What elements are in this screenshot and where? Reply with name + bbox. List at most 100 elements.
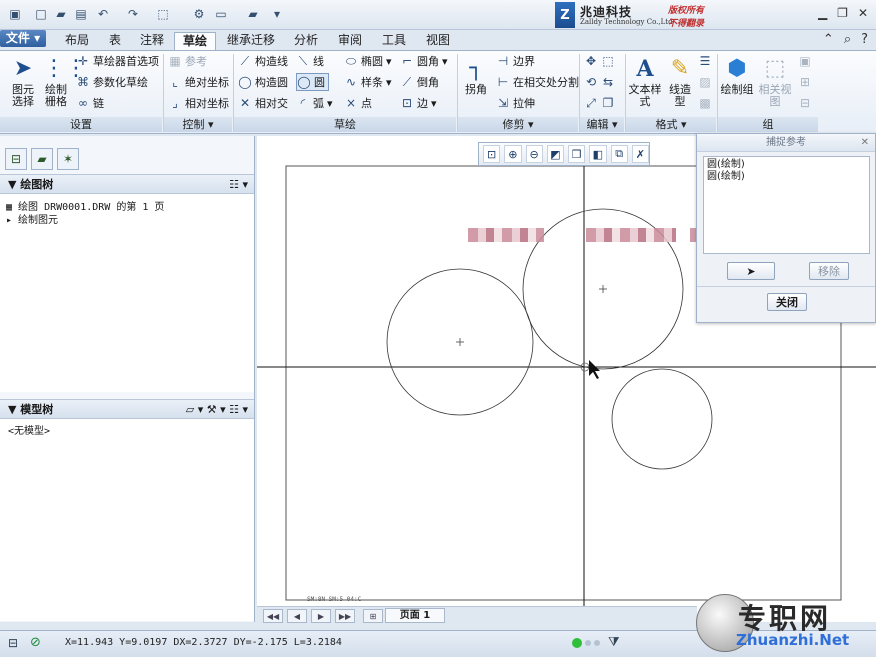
- repaint-icon[interactable]: ◩: [546, 145, 564, 163]
- format-option-1[interactable]: ☰: [698, 52, 712, 70]
- filter-icon[interactable]: ⧩: [608, 635, 620, 650]
- boundary-button[interactable]: ⊣ 边界: [496, 52, 535, 70]
- draw-grid-button[interactable]: ⋮⋮ 绘制栅格: [40, 56, 87, 108]
- favorites-icon[interactable]: ✶: [57, 148, 79, 170]
- format-option-3[interactable]: ▩: [698, 94, 712, 112]
- corner-button[interactable]: ┐ 拐角: [460, 56, 492, 96]
- datum-display-icon[interactable]: ✗: [631, 145, 649, 163]
- display-style-icon[interactable]: ❒: [568, 145, 586, 163]
- tab-view[interactable]: 视图: [418, 32, 458, 50]
- circle-bottom-right[interactable]: [611, 368, 713, 470]
- group-option-3[interactable]: ⊟: [798, 94, 812, 112]
- search-icon[interactable]: ⌕: [844, 32, 851, 47]
- dialog-close-icon[interactable]: ✕: [861, 134, 869, 152]
- related-view-button[interactable]: ⬚ 相关视图: [756, 56, 794, 108]
- prev-page-icon[interactable]: ◀: [287, 609, 307, 623]
- format-option-2[interactable]: ▨: [698, 73, 712, 91]
- tree-item-draw-entities[interactable]: ▸ 绘制图元: [6, 211, 58, 226]
- close-icon[interactable]: ✕: [858, 6, 868, 20]
- group-option-2[interactable]: ⊞: [798, 73, 812, 91]
- group-label-trim[interactable]: 修剪 ▾: [458, 117, 578, 132]
- split-button[interactable]: ⊢ 在相交处分割: [496, 73, 579, 91]
- relative-coord-button[interactable]: ⌟ 相对坐标: [168, 94, 229, 112]
- zoom-in-icon[interactable]: ⊕: [504, 145, 522, 163]
- fillet-button[interactable]: ⌐ 圆角 ▾: [400, 52, 448, 70]
- next-page-icon[interactable]: ▶: [311, 609, 331, 623]
- customize-icon[interactable]: ▾: [268, 5, 286, 23]
- tab-table[interactable]: 表: [100, 32, 130, 50]
- named-view-icon[interactable]: ⧉: [610, 145, 628, 163]
- select-box-icon[interactable]: ⬚: [154, 5, 172, 23]
- sketcher-prefs-button[interactable]: ✛ 草绘器首选项: [76, 52, 159, 70]
- text-style-button[interactable]: A 文本样式: [628, 56, 662, 108]
- line-button[interactable]: ⟍ 线: [296, 52, 324, 70]
- construction-circle-button[interactable]: ◯ 构造圆: [238, 73, 288, 91]
- shade-icon[interactable]: ◧: [589, 145, 607, 163]
- rotate-button[interactable]: ⟲ ⇆: [584, 73, 615, 91]
- arc-button[interactable]: ◜ 弧 ▾: [296, 94, 333, 112]
- minimize-ribbon-icon[interactable]: ⌃: [823, 32, 834, 47]
- stretch-button[interactable]: ⇲ 拉伸: [496, 94, 535, 112]
- ellipse-button[interactable]: ⬭ 椭圆 ▾: [344, 52, 392, 70]
- draw-tree-header[interactable]: ▼ 绘图树 ☷ ▾: [0, 174, 254, 194]
- chain-button[interactable]: ∞ 链: [76, 94, 104, 112]
- page-tab[interactable]: 页面 1: [385, 608, 445, 623]
- param-sketch-button[interactable]: ⌘ 参数化草绘: [76, 73, 148, 91]
- point-button[interactable]: × 点: [344, 94, 372, 112]
- new-file-icon[interactable]: □: [32, 5, 50, 23]
- new-page-icon[interactable]: ⊞: [363, 609, 383, 623]
- restore-icon[interactable]: ❐: [837, 6, 848, 20]
- model-tree-tools[interactable]: ▱ ▾ ⚒ ▾ ☷ ▾: [186, 400, 248, 419]
- model-tree-header[interactable]: ▼ 模型树 ▱ ▾ ⚒ ▾ ☷ ▾: [0, 399, 254, 419]
- tab-legacy-migration[interactable]: 继承迁移: [220, 32, 282, 50]
- browser-icon[interactable]: ⊘: [30, 635, 41, 650]
- line-style-button[interactable]: ✎ 线造型: [664, 56, 696, 108]
- tab-analysis[interactable]: 分析: [286, 32, 326, 50]
- file-menu[interactable]: 文件 ▾: [0, 30, 46, 47]
- group-label-format[interactable]: 格式 ▾: [626, 117, 716, 132]
- list-item[interactable]: 圆(绘制): [707, 171, 866, 183]
- tab-layout[interactable]: 布局: [56, 32, 98, 50]
- construction-intersect-button[interactable]: ✕ 相对交: [238, 94, 288, 112]
- first-page-icon[interactable]: ◀◀: [263, 609, 283, 623]
- remove-button[interactable]: 移除: [809, 262, 849, 280]
- tree-view-icon[interactable]: ⊟: [5, 148, 27, 170]
- move-button[interactable]: ✥ ⬚: [584, 52, 615, 70]
- close-button[interactable]: 关闭: [767, 293, 807, 311]
- chamfer-button[interactable]: ⟋ 倒角: [400, 73, 439, 91]
- select-reference-button[interactable]: ➤: [727, 262, 775, 280]
- group-label-control[interactable]: 控制 ▾: [164, 117, 232, 132]
- open-folder-icon[interactable]: ▰: [52, 5, 70, 23]
- tree-settings-icon[interactable]: ☷ ▾: [229, 175, 248, 194]
- scale-button[interactable]: ⤢ ❐: [584, 94, 615, 112]
- list-item[interactable]: 圆(绘制): [707, 159, 866, 171]
- edge-button[interactable]: ⊡ 边 ▾: [400, 94, 437, 112]
- select-entity-button[interactable]: ➤ 图元选择: [8, 56, 38, 108]
- spline-button[interactable]: ∿ 样条 ▾: [344, 73, 392, 91]
- folder-browser-icon[interactable]: ▰: [31, 148, 53, 170]
- undo-icon[interactable]: ↶: [94, 5, 112, 23]
- construction-line-button[interactable]: ⟋ 构造线: [238, 52, 288, 70]
- reference-button[interactable]: ▦ 参考: [168, 52, 207, 70]
- minimize-icon[interactable]: ▁: [818, 6, 827, 20]
- app-icon[interactable]: ▣: [6, 5, 24, 23]
- window-icon[interactable]: ▭: [212, 5, 230, 23]
- circle-button[interactable]: ◯ 圆: [296, 73, 329, 91]
- folder-icon[interactable]: ▰: [244, 5, 262, 23]
- last-page-icon[interactable]: ▶▶: [335, 609, 355, 623]
- group-option-1[interactable]: ▣: [798, 52, 812, 70]
- tab-sketch[interactable]: 草绘: [174, 32, 216, 50]
- save-icon[interactable]: ▤: [72, 5, 90, 23]
- zoom-out-icon[interactable]: ⊖: [525, 145, 543, 163]
- layout-icon[interactable]: ⊟: [8, 636, 18, 650]
- tab-annotate[interactable]: 注释: [132, 32, 172, 50]
- redo-icon[interactable]: ↷: [124, 5, 142, 23]
- draw-group-button[interactable]: ⬢ 绘制组: [720, 56, 754, 96]
- tab-review[interactable]: 审阅: [330, 32, 370, 50]
- reference-list[interactable]: 圆(绘制) 圆(绘制): [703, 156, 870, 254]
- tab-tools[interactable]: 工具: [374, 32, 414, 50]
- refit-icon[interactable]: ⊡: [483, 145, 501, 163]
- regen-icon[interactable]: ⚙: [190, 5, 208, 23]
- group-label-edit[interactable]: 编辑 ▾: [580, 117, 624, 132]
- help-icon[interactable]: ?: [861, 32, 868, 47]
